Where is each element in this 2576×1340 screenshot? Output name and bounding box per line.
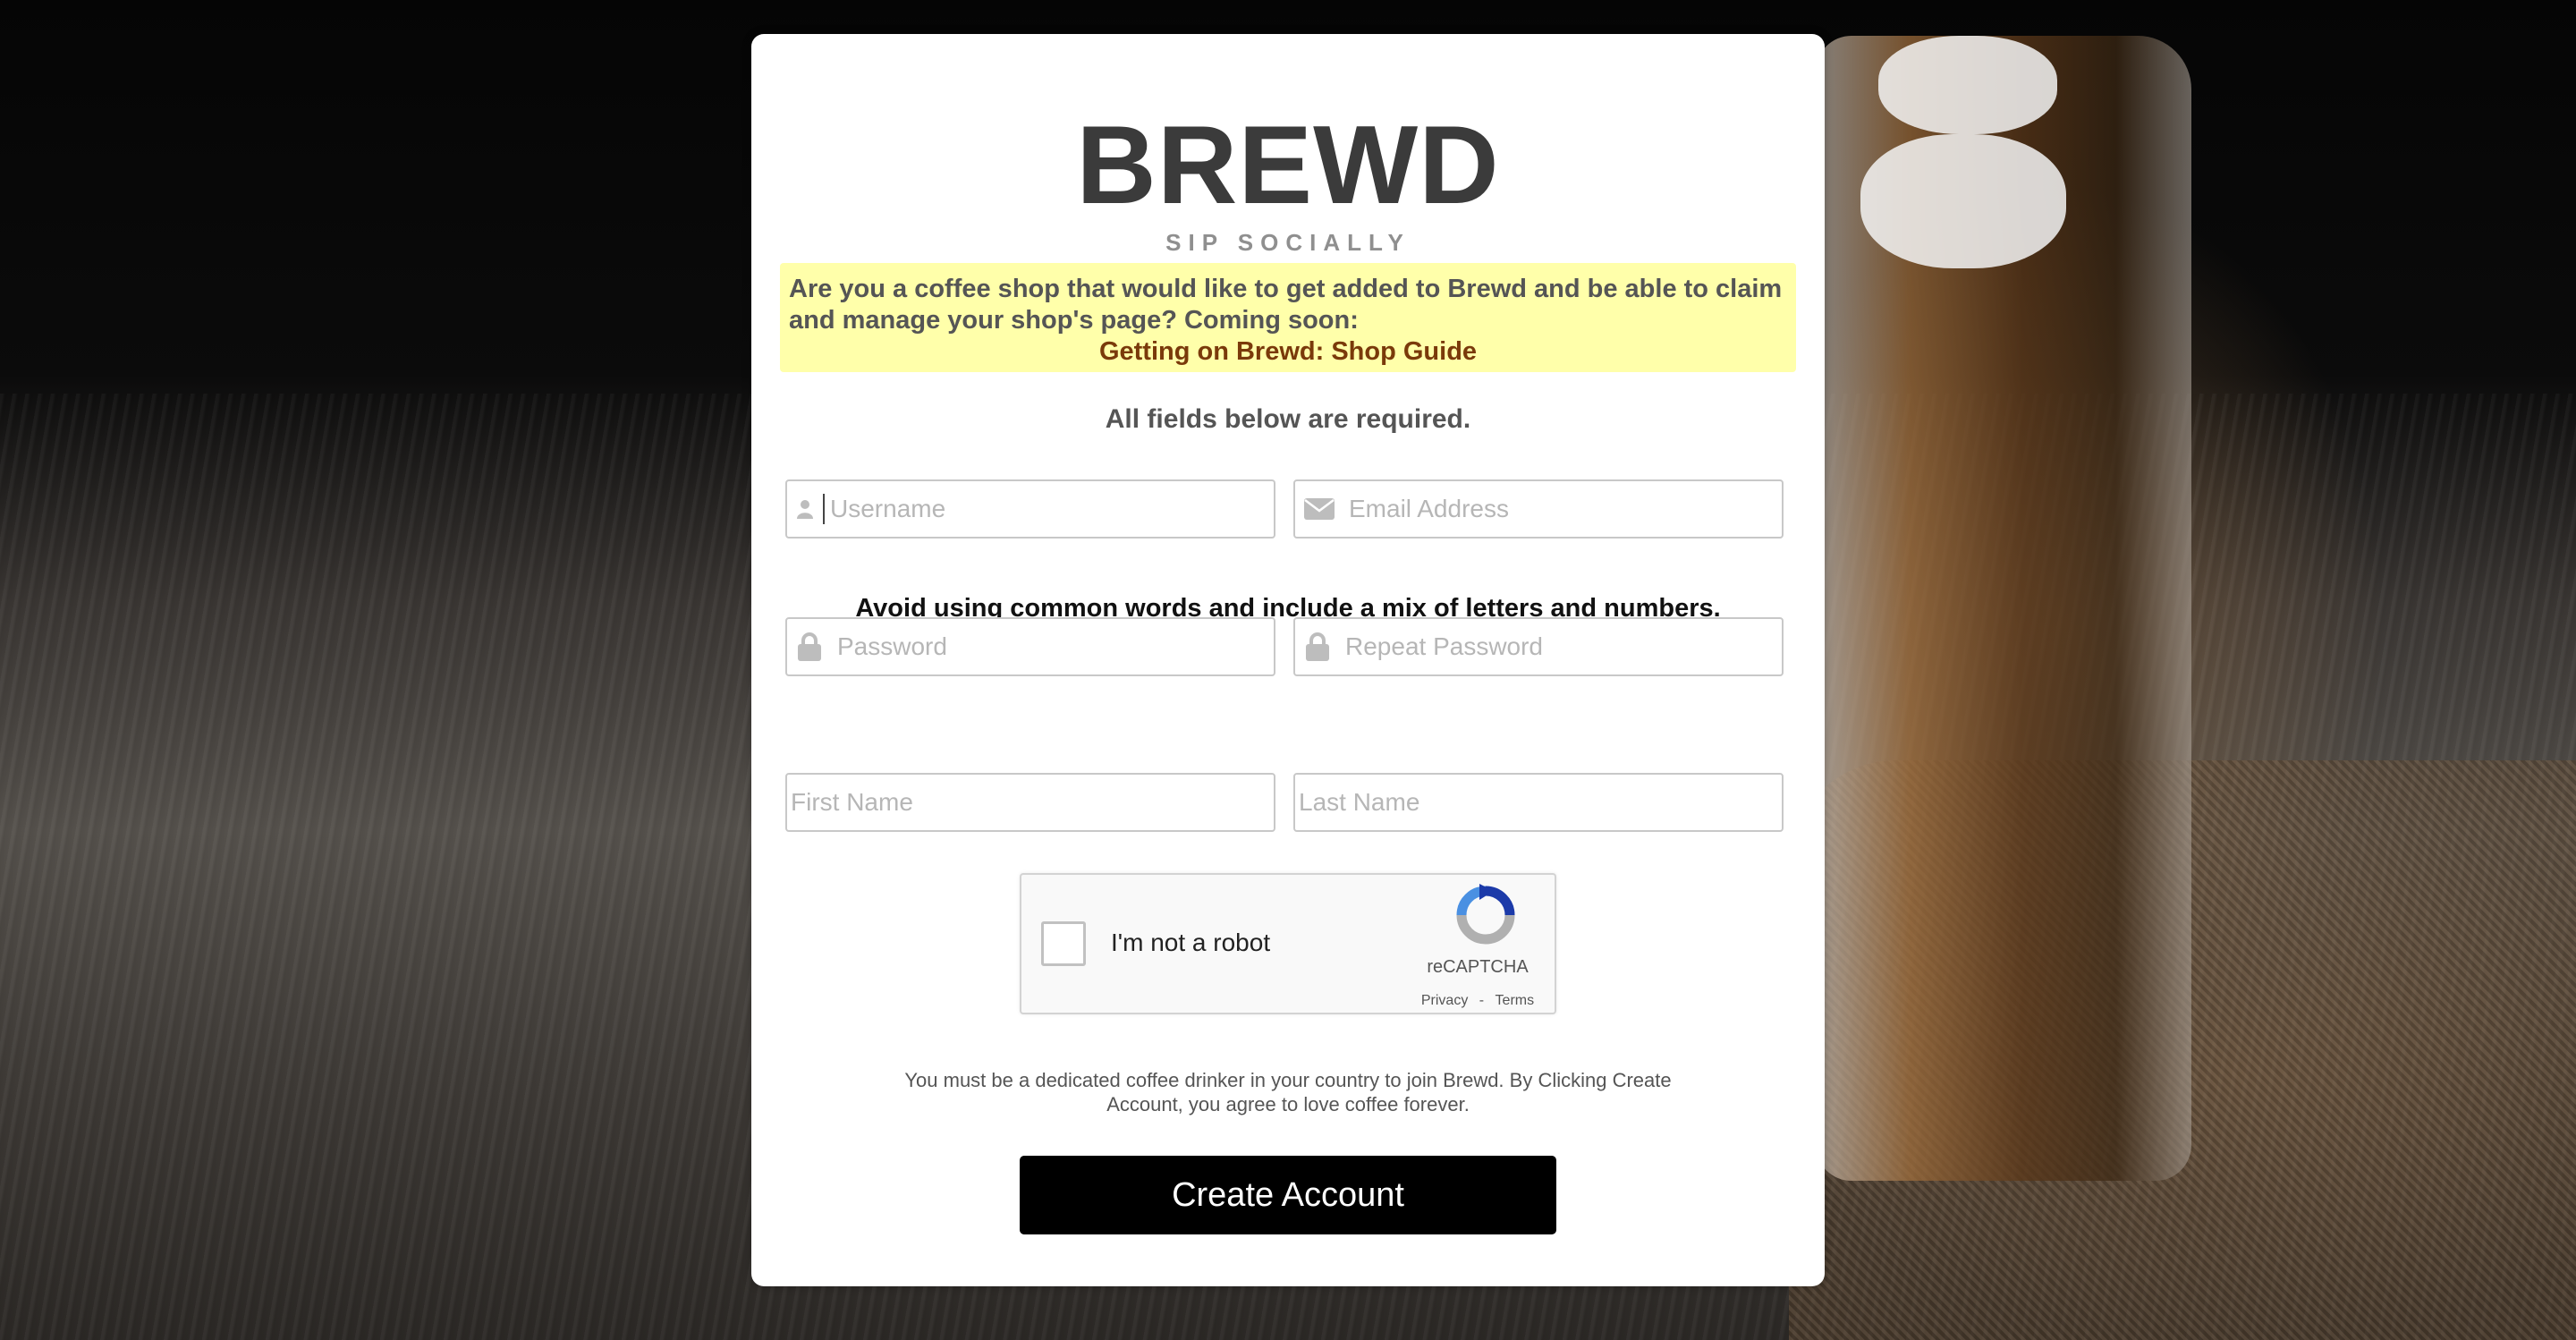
required-fields-note: All fields below are required. — [1105, 404, 1471, 434]
recaptcha-links: Privacy - Terms — [1397, 993, 1558, 1009]
last-name-input[interactable] — [1295, 776, 1782, 829]
background-ice-cube — [1860, 134, 2066, 268]
lock-icon — [1295, 617, 1340, 676]
email-field[interactable] — [1293, 479, 1784, 539]
brand-tagline: SIP SOCIALLY — [1165, 229, 1411, 256]
envelope-icon — [1295, 479, 1343, 539]
create-account-button[interactable]: Create Account — [1020, 1156, 1556, 1234]
recaptcha-link-separator: - — [1475, 993, 1488, 1008]
shop-notice-banner: Are you a coffee shop that would like to… — [780, 263, 1796, 372]
first-name-field[interactable] — [785, 773, 1275, 832]
recaptcha-terms-link[interactable]: Terms — [1496, 993, 1535, 1008]
shop-notice-text: Are you a coffee shop that would like to… — [789, 275, 1783, 335]
lock-icon — [787, 617, 832, 676]
first-name-input[interactable] — [787, 776, 1274, 829]
username-field[interactable] — [785, 479, 1275, 539]
repeat-password-field[interactable] — [1293, 617, 1784, 676]
recaptcha-privacy-link[interactable]: Privacy — [1421, 993, 1468, 1008]
password-input[interactable] — [832, 620, 1274, 674]
recaptcha-brand: reCAPTCHA — [1427, 957, 1529, 977]
recaptcha-checkbox[interactable] — [1041, 921, 1086, 966]
password-field[interactable] — [785, 617, 1275, 676]
shop-guide-link[interactable]: Getting on Brewd: Shop Guide — [789, 336, 1787, 368]
recaptcha-logo-icon — [1454, 884, 1517, 946]
background-ice-cube — [1878, 36, 2057, 134]
email-input[interactable] — [1343, 482, 1782, 536]
signup-card: BREWD SIP SOCIALLY Are you a coffee shop… — [751, 34, 1825, 1286]
recaptcha-widget: I'm not a robot reCAPTCHA Privacy - Term… — [1020, 873, 1556, 1014]
last-name-field[interactable] — [1293, 773, 1784, 832]
repeat-password-input[interactable] — [1340, 620, 1782, 674]
user-icon — [787, 479, 823, 539]
legal-text: You must be a dedicated coffee drinker i… — [904, 1069, 1672, 1115]
brand-logo: BREWD — [1076, 104, 1500, 227]
username-input[interactable] — [825, 482, 1274, 536]
recaptcha-label: I'm not a robot — [1111, 929, 1271, 956]
